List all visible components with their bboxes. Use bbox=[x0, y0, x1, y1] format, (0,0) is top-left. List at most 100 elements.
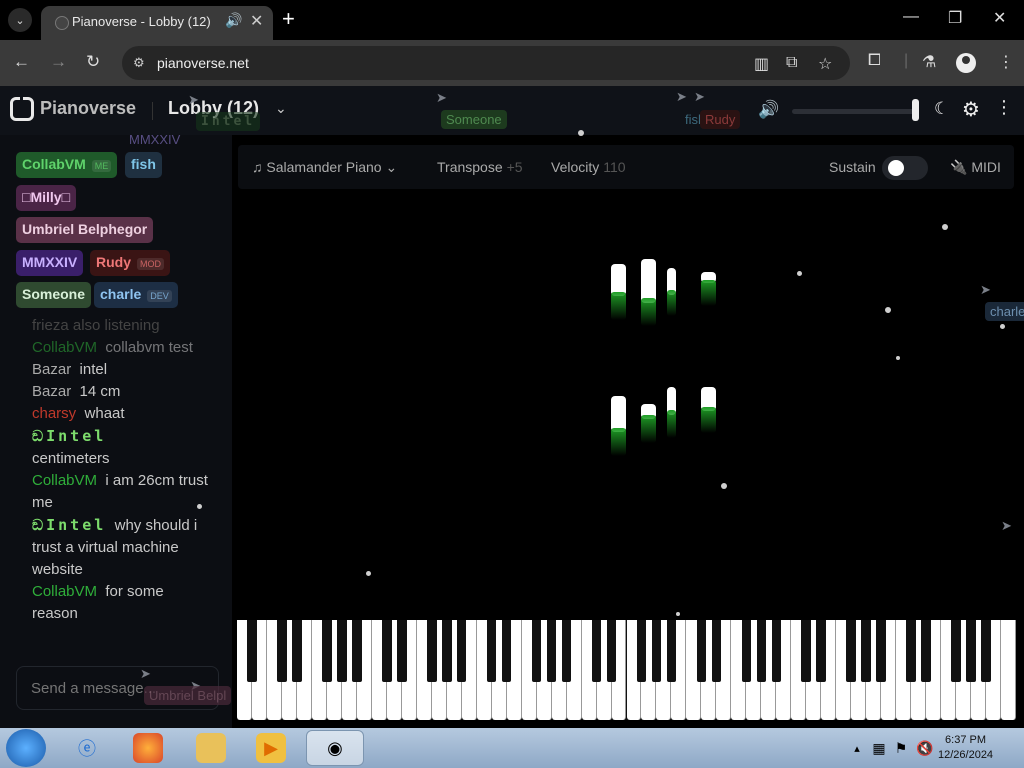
settings-gear-icon[interactable]: ⚙ bbox=[962, 97, 980, 122]
black-key[interactable] bbox=[247, 620, 257, 682]
black-key[interactable] bbox=[966, 620, 976, 682]
pianoverse-logo-icon bbox=[10, 96, 34, 121]
restore-icon[interactable]: ❐ bbox=[948, 8, 962, 28]
volume-slider[interactable] bbox=[792, 109, 916, 114]
new-tab-button[interactable]: + bbox=[282, 6, 295, 32]
labs-flask-icon[interactable]: ⚗ bbox=[922, 52, 936, 72]
black-key[interactable] bbox=[651, 620, 662, 682]
system-clock[interactable]: 6:37 PM 12/26/2024 bbox=[938, 733, 993, 763]
chrome-taskbar-icon[interactable]: ◉ bbox=[306, 730, 364, 766]
dark-mode-moon-icon[interactable]: ☾ bbox=[934, 99, 949, 119]
chat-username[interactable]: ඞIntel bbox=[32, 427, 106, 445]
black-key[interactable] bbox=[456, 620, 467, 682]
minimize-icon[interactable]: — bbox=[903, 8, 919, 26]
black-key[interactable] bbox=[636, 620, 647, 682]
menu-dots-icon[interactable]: ⋮ bbox=[995, 97, 1013, 118]
volume-muted-icon[interactable]: 🔇 bbox=[910, 733, 940, 763]
black-key[interactable] bbox=[951, 620, 961, 682]
bookmark-star-icon[interactable]: ☆ bbox=[818, 54, 832, 74]
black-key[interactable] bbox=[546, 620, 557, 682]
user-badge[interactable]: fish bbox=[125, 152, 162, 178]
black-key[interactable] bbox=[382, 620, 392, 682]
black-key[interactable] bbox=[606, 620, 617, 682]
user-badge[interactable]: Someone bbox=[16, 282, 92, 308]
black-key[interactable] bbox=[426, 620, 437, 682]
black-key[interactable] bbox=[816, 620, 827, 682]
internet-explorer-icon[interactable]: ⓔ bbox=[72, 733, 102, 763]
address-bar[interactable]: ⚙ pianoverse.net ▥ ⧉ ☆ bbox=[122, 46, 850, 80]
transpose-control[interactable]: Transpose +5 bbox=[437, 159, 523, 175]
user-badge[interactable]: MMXXIV bbox=[16, 250, 84, 276]
reading-mode-icon[interactable]: ▥ bbox=[754, 54, 769, 74]
black-key[interactable] bbox=[561, 620, 572, 682]
window-close-icon[interactable]: ✕ bbox=[993, 8, 1006, 28]
extensions-icon[interactable]: ⧠ bbox=[868, 52, 881, 70]
chevron-down-icon[interactable]: ⌄ bbox=[275, 100, 287, 117]
black-key[interactable] bbox=[337, 620, 347, 682]
piano-keyboard[interactable] bbox=[237, 620, 1016, 720]
tab-search-icon[interactable]: ⌄ bbox=[8, 8, 32, 32]
black-key[interactable] bbox=[906, 620, 916, 682]
chat-username[interactable]: CollabVM bbox=[32, 583, 97, 600]
chat-username[interactable]: CollabVM bbox=[32, 339, 97, 356]
start-button[interactable] bbox=[6, 729, 46, 767]
user-badge-tag: DEV bbox=[147, 290, 172, 302]
user-badge-name: MMXXIV bbox=[22, 254, 78, 270]
tab-close-icon[interactable]: ✕ bbox=[250, 11, 263, 31]
sustain-toggle[interactable] bbox=[882, 156, 928, 180]
black-key[interactable] bbox=[531, 620, 542, 682]
reload-icon[interactable]: ↻ bbox=[86, 52, 100, 72]
browser-menu-icon[interactable]: ⋮ bbox=[998, 52, 1014, 72]
chat-username[interactable]: Bazar bbox=[32, 361, 71, 378]
black-key[interactable] bbox=[711, 620, 722, 682]
black-key[interactable] bbox=[666, 620, 677, 682]
black-key[interactable] bbox=[277, 620, 287, 682]
chat-username[interactable]: ඞIntel bbox=[32, 516, 106, 534]
chat-username[interactable]: charsy bbox=[32, 405, 76, 422]
black-key[interactable] bbox=[921, 620, 931, 682]
instrument-select[interactable]: ♫ Salamander Piano ⌄ bbox=[252, 159, 397, 176]
black-key[interactable] bbox=[756, 620, 767, 682]
site-info-icon[interactable]: ⚙ bbox=[133, 55, 145, 71]
black-key[interactable] bbox=[771, 620, 782, 682]
black-key[interactable] bbox=[846, 620, 856, 682]
user-badge[interactable]: CollabVM ME bbox=[16, 152, 118, 178]
black-key[interactable] bbox=[696, 620, 707, 682]
black-key[interactable] bbox=[861, 620, 871, 682]
black-key[interactable] bbox=[591, 620, 602, 682]
black-key[interactable] bbox=[876, 620, 886, 682]
profile-avatar-icon[interactable] bbox=[956, 53, 976, 73]
forward-icon[interactable]: → bbox=[50, 52, 67, 72]
black-key[interactable] bbox=[981, 620, 991, 682]
cursor-icon: ➤ bbox=[436, 90, 447, 105]
user-badge[interactable]: Rudy MOD bbox=[90, 250, 170, 276]
browser-tab[interactable]: Pianoverse - Lobby (12) 🔊 ✕ bbox=[41, 6, 273, 40]
midi-button[interactable]: 🔌 MIDI bbox=[950, 159, 1001, 176]
black-key[interactable] bbox=[801, 620, 812, 682]
volume-slider-knob[interactable] bbox=[912, 99, 919, 121]
user-badge[interactable]: □Milly□ bbox=[16, 185, 77, 211]
chat-username[interactable]: CollabVM bbox=[32, 472, 97, 489]
black-key[interactable] bbox=[322, 620, 332, 682]
file-explorer-icon[interactable] bbox=[196, 733, 226, 763]
black-key[interactable] bbox=[396, 620, 407, 682]
chat-username[interactable]: Bazar bbox=[32, 383, 71, 400]
volume-icon[interactable]: 🔊 bbox=[758, 100, 779, 120]
user-badge[interactable]: charle DEV bbox=[94, 282, 178, 308]
back-icon[interactable]: ← bbox=[13, 52, 30, 72]
toolbar-divider: | bbox=[904, 52, 909, 69]
firefox-icon[interactable] bbox=[133, 733, 163, 763]
black-key[interactable] bbox=[741, 620, 752, 682]
tab-audio-icon[interactable]: 🔊 bbox=[225, 12, 242, 29]
user-badge[interactable]: Umbriel Belphegor bbox=[16, 217, 154, 243]
black-key[interactable] bbox=[486, 620, 497, 682]
white-key[interactable] bbox=[1001, 620, 1016, 720]
velocity-control[interactable]: Velocity 110 bbox=[551, 159, 626, 175]
install-app-icon[interactable]: ⧉ bbox=[786, 54, 797, 72]
url-text: pianoverse.net bbox=[157, 55, 249, 71]
black-key[interactable] bbox=[292, 620, 302, 682]
black-key[interactable] bbox=[501, 620, 512, 682]
black-key[interactable] bbox=[352, 620, 362, 682]
black-key[interactable] bbox=[441, 620, 452, 682]
media-player-icon[interactable]: ▶ bbox=[256, 733, 286, 763]
